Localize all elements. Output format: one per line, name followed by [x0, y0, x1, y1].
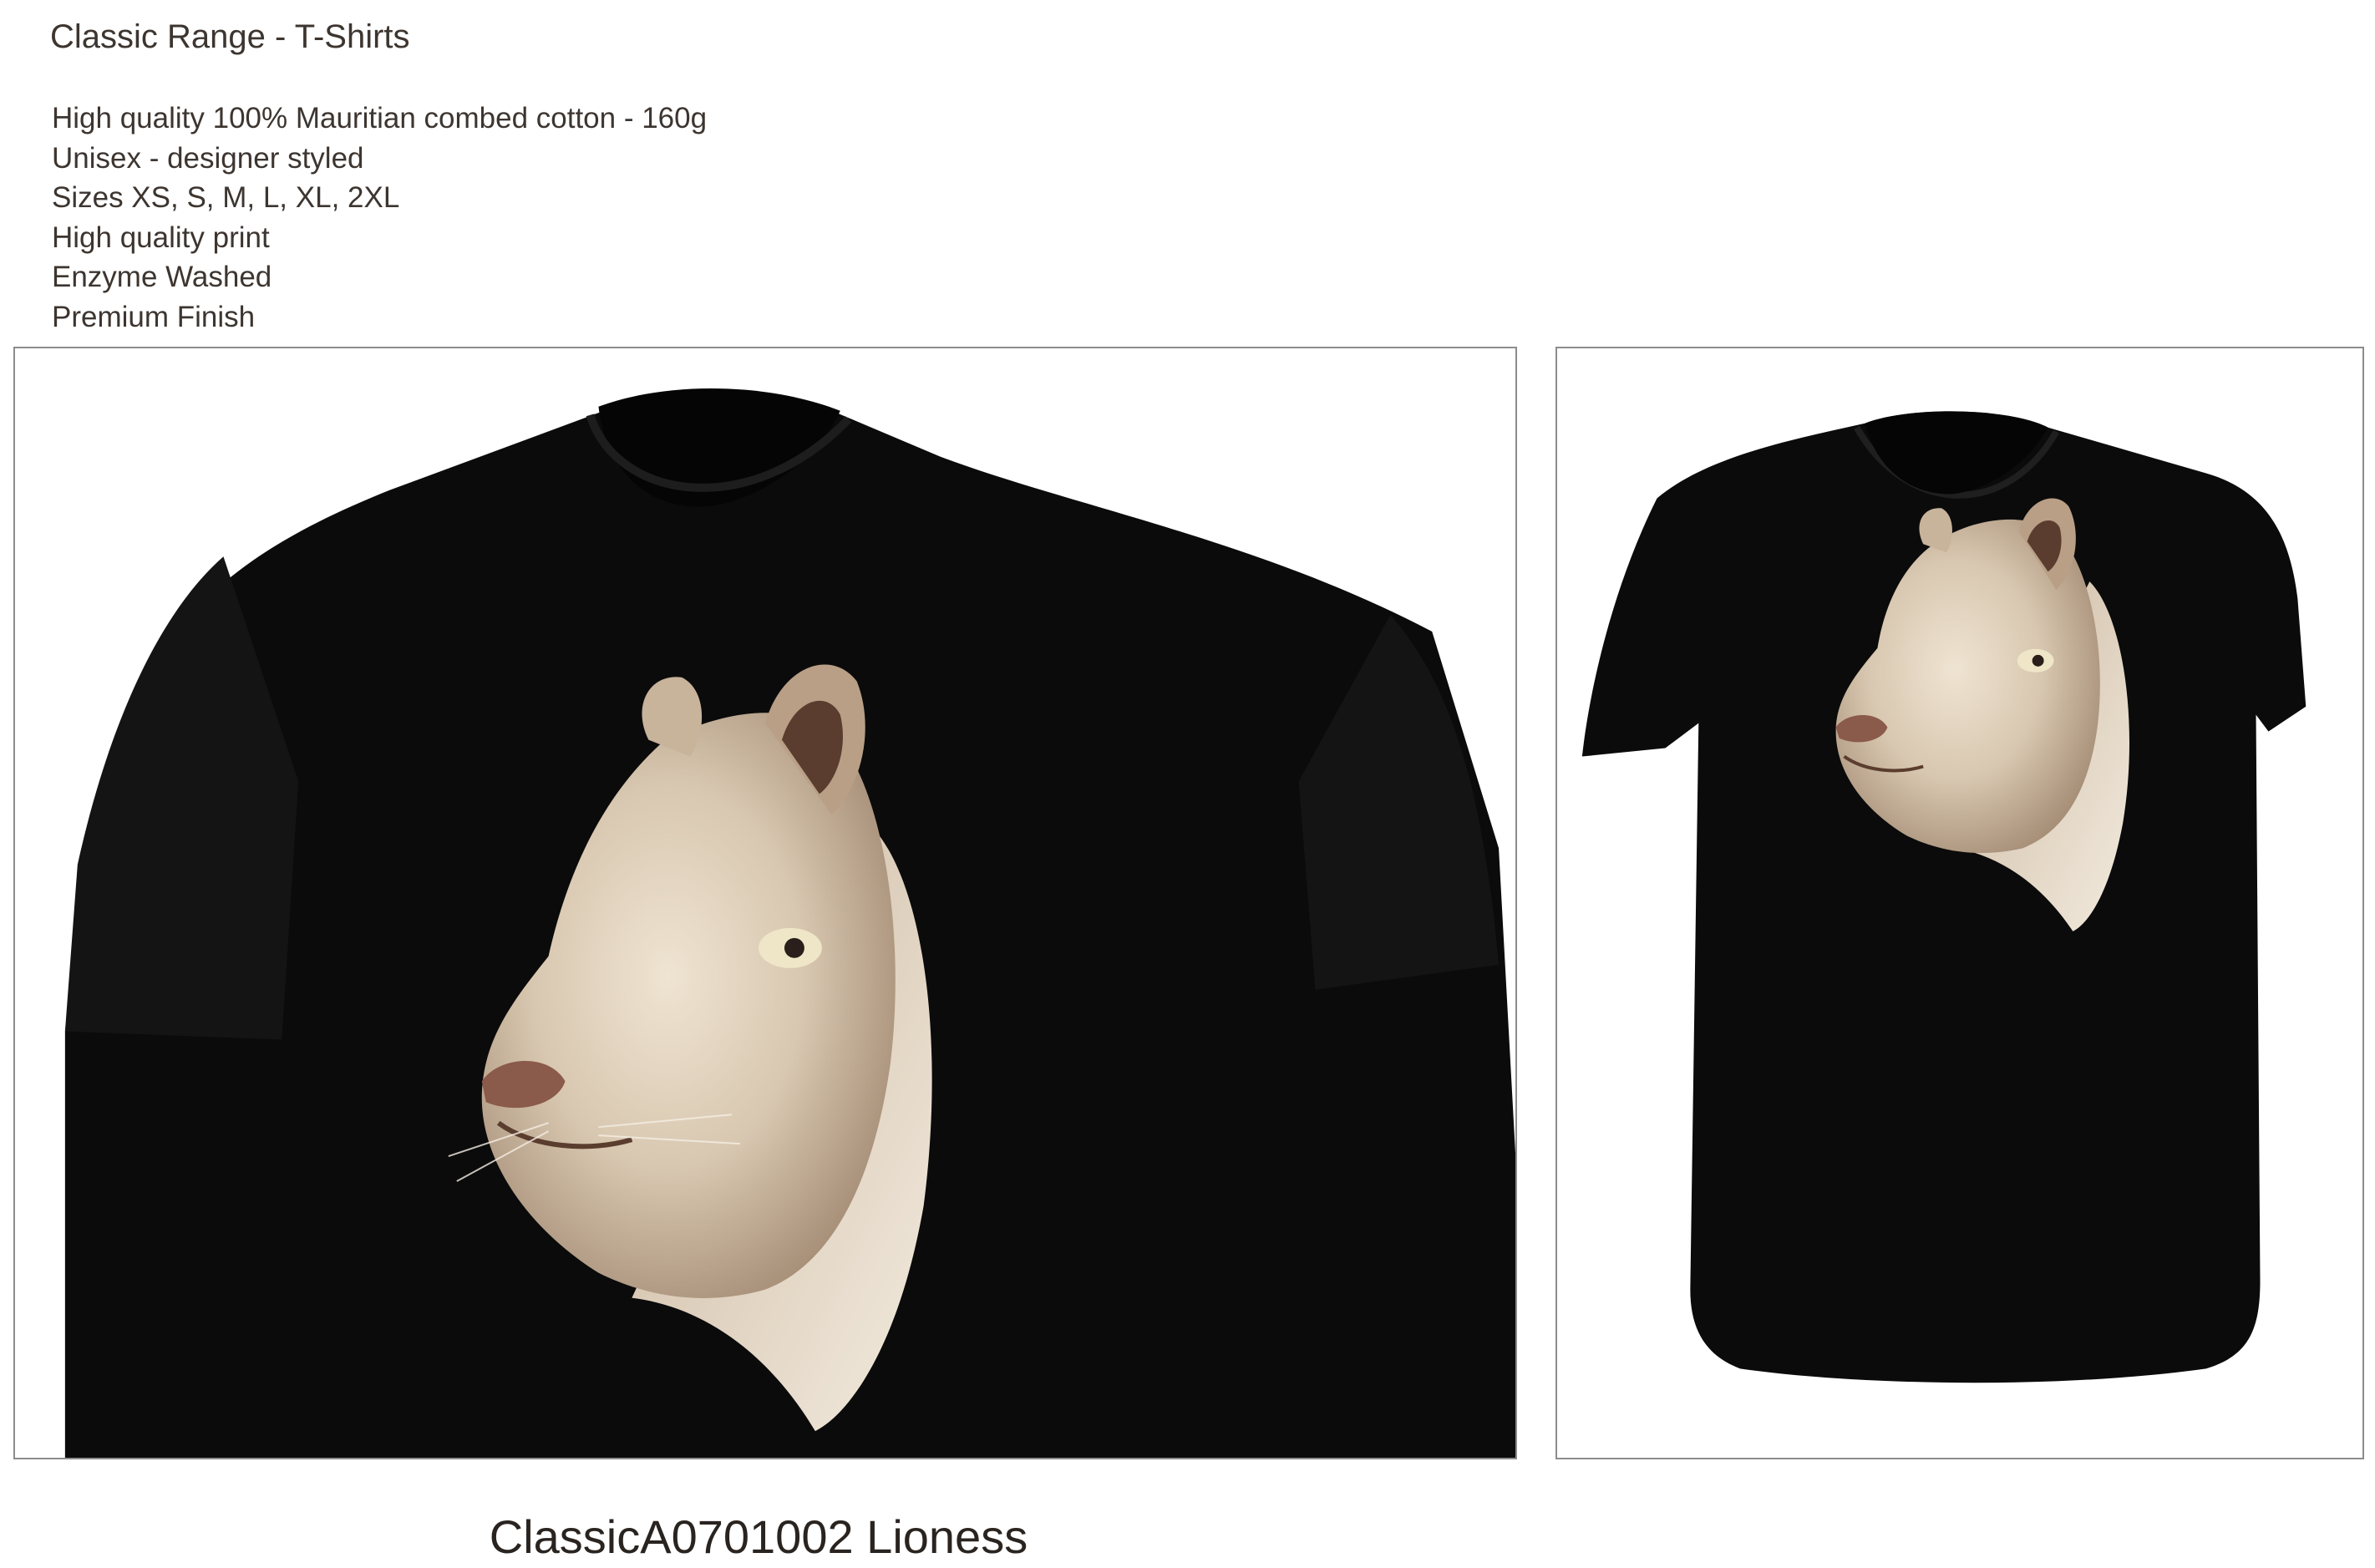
- tshirt-closeup-image[interactable]: [13, 347, 1517, 1459]
- feature-item: High quality 100% Mauritian combed cotto…: [52, 102, 708, 134]
- feature-list: High quality 100% Mauritian combed cotto…: [52, 99, 707, 337]
- feature-item: Enzyme Washed: [52, 261, 272, 293]
- range-title: Classic Range - T-Shirts: [50, 18, 410, 55]
- feature-item: High quality print: [52, 221, 270, 254]
- tshirt-full-image[interactable]: [1555, 347, 2364, 1459]
- tshirt-closeup-illustration: [15, 348, 1515, 1458]
- feature-item: Sizes XS, S, M, L, XL, 2XL: [52, 181, 400, 214]
- feature-item: Premium Finish: [52, 300, 256, 333]
- product-caption: ClassicA0701002 Lioness: [489, 1510, 1028, 1563]
- tshirt-full-illustration: [1557, 348, 2362, 1458]
- feature-item: Unisex - designer styled: [52, 141, 364, 175]
